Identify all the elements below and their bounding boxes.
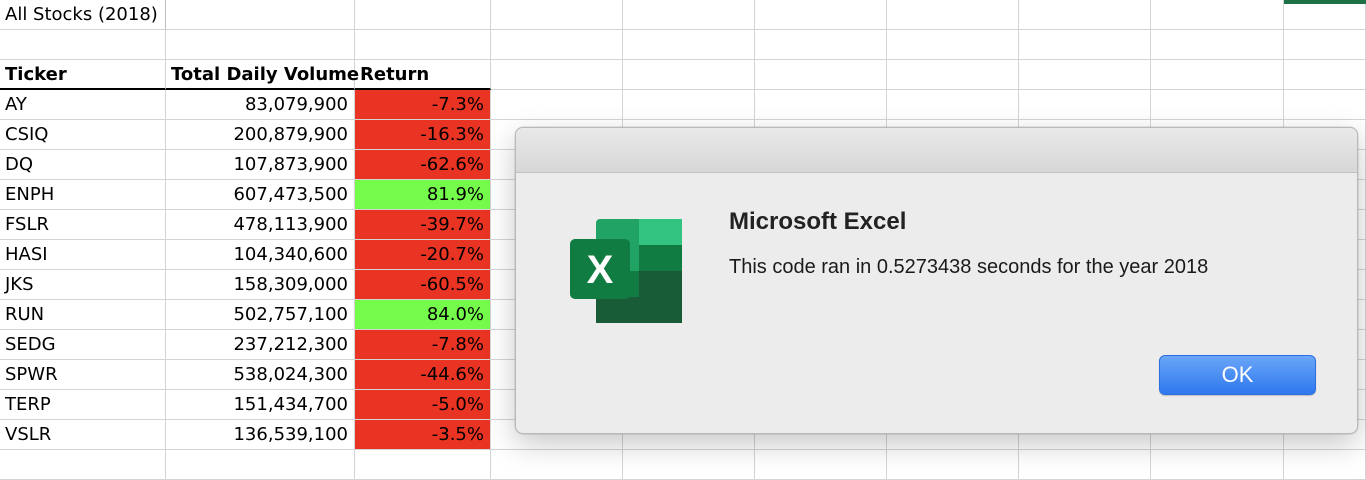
grid-cell[interactable]: [887, 450, 1019, 480]
column-header-volume[interactable]: Total Daily Volume: [166, 60, 359, 90]
grid-cell[interactable]: [1284, 0, 1366, 30]
ok-button[interactable]: OK: [1159, 355, 1316, 395]
grid-cell[interactable]: [755, 60, 887, 90]
ticker-cell[interactable]: ENPH: [0, 180, 166, 210]
grid-cell[interactable]: [1151, 30, 1284, 60]
grid-cell[interactable]: [1019, 30, 1151, 60]
ticker-cell[interactable]: SPWR: [0, 360, 166, 390]
grid-cell[interactable]: [1019, 60, 1151, 90]
volume-cell[interactable]: 538,024,300: [166, 360, 355, 390]
grid-cell[interactable]: [491, 450, 623, 480]
grid-cell[interactable]: [1151, 0, 1284, 30]
grid-cell[interactable]: [0, 450, 166, 480]
grid-cell[interactable]: [623, 30, 755, 60]
volume-cell[interactable]: 151,434,700: [166, 390, 355, 420]
ticker-cell[interactable]: AY: [0, 90, 166, 120]
column-header-return[interactable]: Return: [355, 60, 491, 90]
volume-cell[interactable]: 607,473,500: [166, 180, 355, 210]
grid-cell[interactable]: [1151, 90, 1284, 120]
volume-cell[interactable]: 107,873,900: [166, 150, 355, 180]
return-cell[interactable]: -39.7%: [355, 210, 491, 240]
grid-cell[interactable]: [755, 90, 887, 120]
volume-cell[interactable]: 136,539,100: [166, 420, 355, 450]
ticker-cell[interactable]: TERP: [0, 390, 166, 420]
volume-cell[interactable]: 237,212,300: [166, 330, 355, 360]
grid-cell[interactable]: [887, 90, 1019, 120]
return-cell[interactable]: -7.8%: [355, 330, 491, 360]
return-cell[interactable]: -20.7%: [355, 240, 491, 270]
volume-cell[interactable]: 200,879,900: [166, 120, 355, 150]
return-cell[interactable]: -60.5%: [355, 270, 491, 300]
dialog-titlebar[interactable]: [516, 128, 1357, 173]
grid-cell[interactable]: [166, 30, 355, 60]
return-cell[interactable]: -5.0%: [355, 390, 491, 420]
alert-dialog: X Microsoft Excel This code ran in 0.527…: [515, 127, 1358, 434]
grid-cell[interactable]: [491, 90, 623, 120]
ticker-cell[interactable]: CSIQ: [0, 120, 166, 150]
grid-cell[interactable]: [1284, 450, 1366, 480]
volume-cell[interactable]: 83,079,900: [166, 90, 355, 120]
return-cell[interactable]: -44.6%: [355, 360, 491, 390]
grid-cell[interactable]: [355, 30, 491, 60]
return-cell[interactable]: 81.9%: [355, 180, 491, 210]
grid-cell[interactable]: [491, 0, 623, 30]
return-cell[interactable]: -62.6%: [355, 150, 491, 180]
grid-cell[interactable]: [755, 450, 887, 480]
grid-cell[interactable]: [491, 60, 623, 90]
volume-cell[interactable]: 104,340,600: [166, 240, 355, 270]
svg-text:X: X: [587, 248, 614, 292]
sheet-title-cell[interactable]: All Stocks (2018): [0, 0, 166, 30]
grid-cell[interactable]: [623, 450, 755, 480]
ticker-cell[interactable]: DQ: [0, 150, 166, 180]
grid-cell[interactable]: [755, 30, 887, 60]
return-cell[interactable]: -7.3%: [355, 90, 491, 120]
grid-cell[interactable]: [887, 0, 1019, 30]
return-cell[interactable]: 84.0%: [355, 300, 491, 330]
grid-cell[interactable]: [1019, 90, 1151, 120]
volume-cell[interactable]: 502,757,100: [166, 300, 355, 330]
grid-cell[interactable]: [0, 30, 166, 60]
grid-cell[interactable]: [887, 30, 1019, 60]
dialog-message: This code ran in 0.5273438 seconds for t…: [729, 256, 1209, 278]
ticker-cell[interactable]: HASI: [0, 240, 166, 270]
ticker-cell[interactable]: SEDG: [0, 330, 166, 360]
grid-cell[interactable]: [623, 60, 755, 90]
grid-cell[interactable]: [623, 0, 755, 30]
grid-cell[interactable]: [166, 0, 355, 30]
volume-cell[interactable]: 158,309,000: [166, 270, 355, 300]
grid-cell[interactable]: [491, 30, 623, 60]
volume-cell[interactable]: 478,113,900: [166, 210, 355, 240]
ticker-cell[interactable]: VSLR: [0, 420, 166, 450]
grid-cell[interactable]: [1284, 90, 1366, 120]
excel-icon: X: [570, 219, 682, 323]
grid-cell[interactable]: [355, 0, 491, 30]
grid-cell[interactable]: [1284, 30, 1366, 60]
ticker-cell[interactable]: FSLR: [0, 210, 166, 240]
grid-cell[interactable]: [1151, 450, 1284, 480]
grid-cell[interactable]: [755, 0, 887, 30]
grid-cell[interactable]: [887, 60, 1019, 90]
dialog-title: Microsoft Excel: [729, 208, 907, 235]
grid-cell[interactable]: [1019, 0, 1151, 30]
selected-cell-indicator: [1284, 0, 1366, 4]
grid-cell[interactable]: [1284, 60, 1366, 90]
grid-cell[interactable]: [1019, 450, 1151, 480]
grid-cell[interactable]: [355, 450, 491, 480]
grid-cell[interactable]: [166, 450, 355, 480]
column-header-ticker[interactable]: Ticker: [0, 60, 166, 90]
ticker-cell[interactable]: RUN: [0, 300, 166, 330]
return-cell[interactable]: -3.5%: [355, 420, 491, 450]
grid-cell[interactable]: [1151, 60, 1284, 90]
grid-cell[interactable]: [623, 90, 755, 120]
ticker-cell[interactable]: JKS: [0, 270, 166, 300]
return-cell[interactable]: -16.3%: [355, 120, 491, 150]
